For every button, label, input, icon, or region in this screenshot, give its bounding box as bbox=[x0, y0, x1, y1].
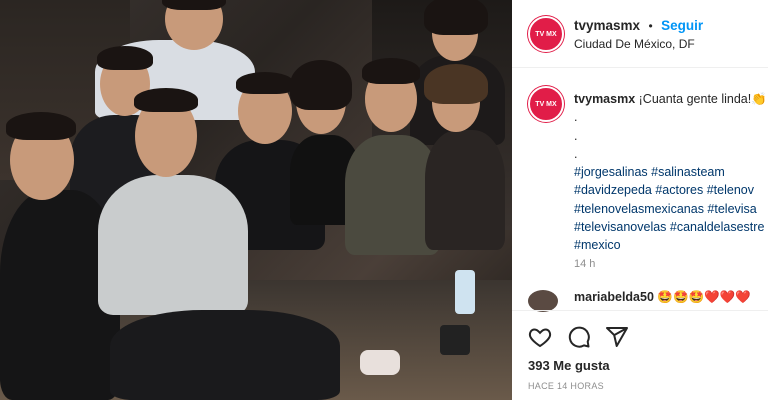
caption-text: ¡Cuanta gente linda!👏 bbox=[638, 92, 767, 106]
caption-avatar[interactable]: TV MX bbox=[528, 86, 564, 122]
caption-dot: . bbox=[574, 128, 578, 143]
share-icon[interactable] bbox=[605, 325, 629, 349]
hashtag-line[interactable]: #jorgesalinas #salinasteam bbox=[574, 163, 768, 181]
caption-username[interactable]: tvymasmx bbox=[574, 92, 635, 106]
hashtag-line[interactable]: #davidzepeda #actores #telenov bbox=[574, 181, 768, 199]
comment-icon[interactable] bbox=[567, 325, 591, 349]
username[interactable]: tvymasmx bbox=[574, 18, 640, 33]
hashtag-line[interactable]: #telenovelasmexicanas #televisa bbox=[574, 200, 768, 218]
caption-time: 14 h bbox=[574, 258, 596, 270]
separator-dot: • bbox=[648, 19, 653, 33]
heart-icon[interactable] bbox=[528, 325, 552, 349]
comment-username[interactable]: mariabelda50 bbox=[574, 290, 654, 304]
caption-avatar-logo-text: TV MX bbox=[535, 100, 557, 108]
post-actions: 393 Me gusta HACE 14 HORAS bbox=[512, 310, 768, 400]
hashtag-line[interactable]: #televisanovelas #canaldelasestre bbox=[574, 218, 768, 236]
account-avatar[interactable]: TV MX bbox=[528, 16, 564, 52]
location-link[interactable]: Ciudad De México, DF bbox=[574, 37, 695, 51]
hashtag-line[interactable]: #mexico bbox=[574, 236, 768, 254]
post-photo[interactable] bbox=[0, 0, 512, 400]
caption-dot: . bbox=[574, 110, 578, 125]
likes-count[interactable]: 393 Me gusta bbox=[528, 358, 610, 373]
caption-first-line: tvymasmx ¡Cuanta gente linda!👏 bbox=[574, 90, 768, 108]
header-title-row: tvymasmx • Seguir bbox=[574, 17, 703, 35]
post-header: TV MX tvymasmx • Seguir Ciudad De México… bbox=[512, 0, 768, 68]
caption-dot: . bbox=[574, 146, 578, 161]
comment-row: mariabelda50 🤩🤩🤩❤️❤️❤️ bbox=[574, 290, 751, 305]
follow-button[interactable]: Seguir bbox=[661, 18, 703, 33]
post-timestamp: HACE 14 HORAS bbox=[528, 381, 604, 391]
post-caption: tvymasmx ¡Cuanta gente linda!👏 . . . #jo… bbox=[574, 90, 768, 255]
avatar-logo-text: TV MX bbox=[535, 30, 557, 38]
post-sidebar: TV MX tvymasmx • Seguir Ciudad De México… bbox=[512, 0, 768, 400]
comment-text: 🤩🤩🤩❤️❤️❤️ bbox=[657, 290, 751, 304]
comment-avatar[interactable] bbox=[528, 290, 558, 312]
